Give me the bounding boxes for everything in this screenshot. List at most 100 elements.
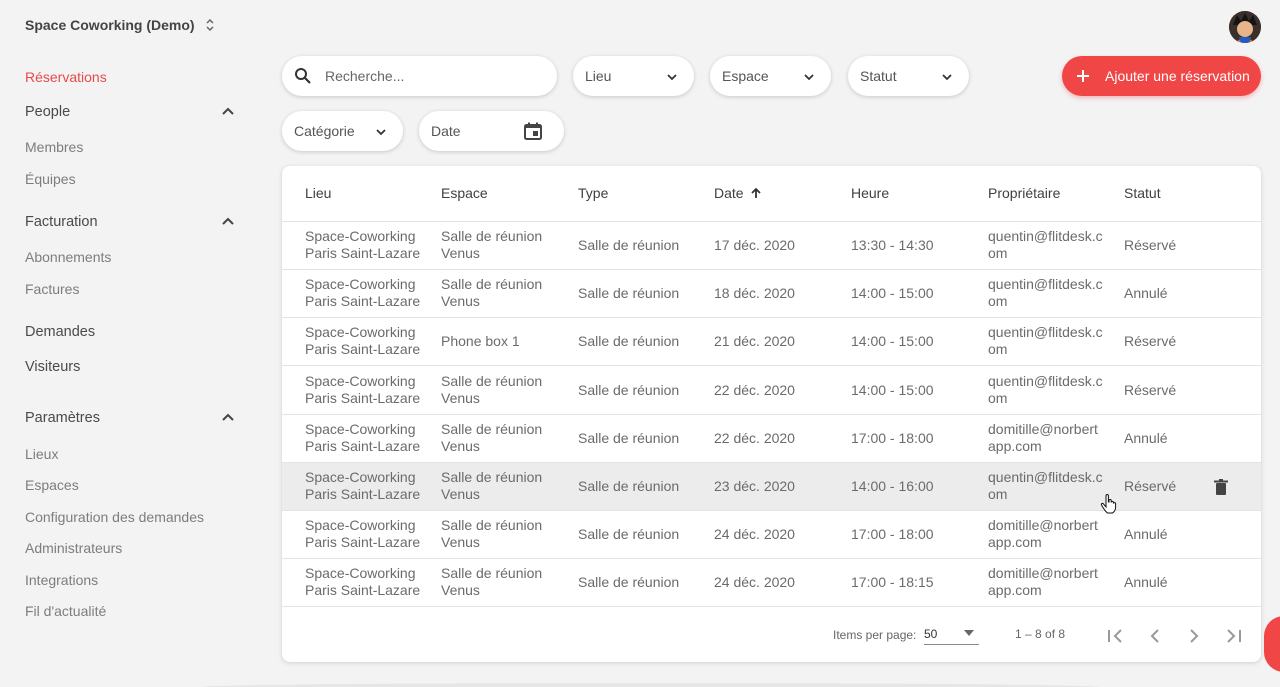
filter-date[interactable]: Date (419, 111, 564, 151)
column-header[interactable]: Date (714, 185, 762, 201)
column-header[interactable]: Statut (1124, 185, 1161, 201)
cell-line: Paris Saint-Lazare (305, 534, 421, 551)
sidebar-item[interactable]: Visiteurs (25, 359, 245, 375)
sidebar-item-label: Factures (25, 281, 80, 297)
table-row[interactable]: Space-Coworking Paris Saint-Lazare Salle d… (282, 270, 1261, 319)
filter-lieu[interactable]: Lieu (573, 56, 694, 96)
sidebar-item[interactable]: Fil d'actualité (25, 603, 245, 619)
filter-categorie[interactable]: Catégorie (282, 111, 403, 151)
sidebar-item[interactable]: Réservations (25, 69, 245, 85)
last-page-icon[interactable] (1221, 624, 1245, 648)
sidebar-item[interactable]: Factures (25, 281, 245, 297)
cell-line: Space-Coworking (305, 324, 416, 341)
workspace-name: Space Coworking (Demo) (25, 17, 195, 33)
page-size-select[interactable]: 50 (924, 621, 979, 645)
cell-line: Space-Coworking (305, 276, 416, 293)
cell-line: Paris Saint-Lazare (305, 341, 421, 358)
table-row[interactable]: Space-Coworking Paris Saint-Lazare Salle d… (282, 511, 1261, 560)
cell-line: Salle de réunion (441, 228, 543, 244)
table-row[interactable]: Space-Coworking Paris Saint-Lazare Salle d… (282, 222, 1261, 270)
delete-icon[interactable] (1214, 479, 1228, 495)
calendar-icon[interactable] (523, 121, 543, 141)
cell-line: Space-Coworking (305, 469, 416, 485)
page-range: 1 – 8 of 8 (1015, 627, 1066, 641)
sidebar-item-label: Espaces (25, 477, 79, 493)
table-row[interactable]: Space-Coworking Paris Saint-Lazare Salle d… (282, 367, 1261, 415)
chevron-down-icon (666, 70, 678, 82)
table-cell: 24 déc. 2020 (714, 574, 795, 591)
sidebar-item[interactable]: Integrations (25, 572, 245, 588)
table-cell: Salle de réunion (578, 526, 680, 543)
cell-line: Phone box 1 (441, 333, 520, 350)
search-placeholder: Recherche... (325, 68, 405, 84)
table-cell: Réservé (1124, 381, 1177, 398)
filter-statut[interactable]: Statut (848, 56, 969, 96)
table-cell: 18 déc. 2020 (714, 285, 795, 302)
add-reservation-button[interactable]: Ajouter une réservation (1062, 56, 1261, 96)
table-row[interactable]: Space-Coworking Paris Saint-Lazare Phone b… (282, 318, 1261, 367)
table-row[interactable]: Space-Coworking Paris Saint-Lazare Salle d… (282, 415, 1261, 463)
search-input[interactable]: Recherche... (282, 56, 557, 96)
table-row[interactable]: Space-Coworking Paris Saint-Lazare Salle d… (282, 559, 1261, 608)
sidebar-item[interactable]: Configuration des demandes (25, 509, 245, 525)
column-header-label: Espace (441, 185, 488, 201)
column-header-label: Heure (851, 185, 890, 201)
table-cell: Space-Coworking Paris Saint-Lazare (305, 565, 420, 599)
sidebar-item[interactable]: Administrateurs (25, 540, 245, 556)
cell-line: om (988, 245, 1008, 261)
column-header[interactable]: Espace (441, 185, 488, 201)
previous-page-icon[interactable] (1143, 624, 1167, 648)
table-cell: quentin@flitdesk.c om (988, 469, 1103, 503)
avatar[interactable] (1229, 11, 1261, 43)
table-cell: Salle de réunion Venus (441, 565, 542, 599)
column-header[interactable]: Heure (851, 185, 889, 201)
sidebar-item-label: Lieux (25, 446, 59, 462)
cell-line: quentin@flitdesk.c (988, 228, 1103, 244)
cell-line: Paris Saint-Lazare (305, 437, 421, 454)
cell-line: Venus (441, 245, 480, 261)
sidebar-item[interactable]: Abonnements (25, 249, 245, 265)
table-cell: 23 déc. 2020 (714, 478, 795, 494)
table-cell: Salle de réunion Venus (441, 517, 542, 551)
floating-action-button[interactable] (1264, 616, 1280, 672)
column-header[interactable]: Type (578, 185, 608, 201)
hand-cursor-icon (1100, 493, 1118, 514)
cell-line: Paris Saint-Lazare (305, 293, 421, 310)
chevron-up-icon[interactable] (221, 411, 235, 425)
workspace-switcher[interactable]: Space Coworking (Demo) (25, 17, 215, 33)
column-header[interactable]: Propriétaire (988, 185, 1060, 201)
cell-line: om (988, 389, 1008, 406)
table-cell: 14:00 - 15:00 (851, 381, 934, 398)
table-cell: Réservé (1124, 237, 1177, 253)
sidebar-item-label: Membres (25, 139, 84, 155)
table-cell: 17:00 - 18:00 (851, 429, 934, 446)
cell-line: Space-Coworking (305, 517, 416, 534)
chevron-down-icon (375, 125, 387, 137)
sidebar-item[interactable]: Espaces (25, 477, 245, 493)
table-cell: 21 déc. 2020 (714, 333, 795, 350)
sidebar-item[interactable]: Paramètres (25, 410, 245, 426)
chevron-up-icon[interactable] (221, 105, 235, 119)
next-page-icon[interactable] (1182, 624, 1206, 648)
column-header[interactable]: Lieu (305, 185, 331, 201)
table-cell: Space-Coworking Paris Saint-Lazare (305, 469, 420, 503)
first-page-icon[interactable] (1104, 624, 1128, 648)
table-cell: domitille@norbert app.com (988, 517, 1098, 551)
cell-line: Paris Saint-Lazare (305, 582, 421, 599)
sidebar-item[interactable]: Lieux (25, 446, 245, 462)
table-cell: Space-Coworking Paris Saint-Lazare (305, 421, 420, 455)
chevron-up-icon[interactable] (221, 215, 235, 229)
table-cell: Space-Coworking Paris Saint-Lazare (305, 276, 420, 310)
table-cell: Space-Coworking Paris Saint-Lazare (305, 228, 420, 262)
sidebar-item[interactable]: Facturation (25, 214, 245, 230)
table-cell: 14:00 - 16:00 (851, 478, 934, 494)
sidebar-item[interactable]: Demandes (25, 324, 245, 340)
sidebar-item[interactable]: People (25, 104, 245, 120)
sidebar-item[interactable]: Membres (25, 139, 245, 155)
cell-line: quentin@flitdesk.c (988, 324, 1103, 341)
filter-espace[interactable]: Espace (710, 56, 831, 96)
cell-line: quentin@flitdesk.c (988, 372, 1103, 389)
table-cell: Salle de réunion (578, 237, 680, 253)
sidebar-item[interactable]: Équipes (25, 171, 245, 187)
table-cell: 22 déc. 2020 (714, 429, 795, 446)
